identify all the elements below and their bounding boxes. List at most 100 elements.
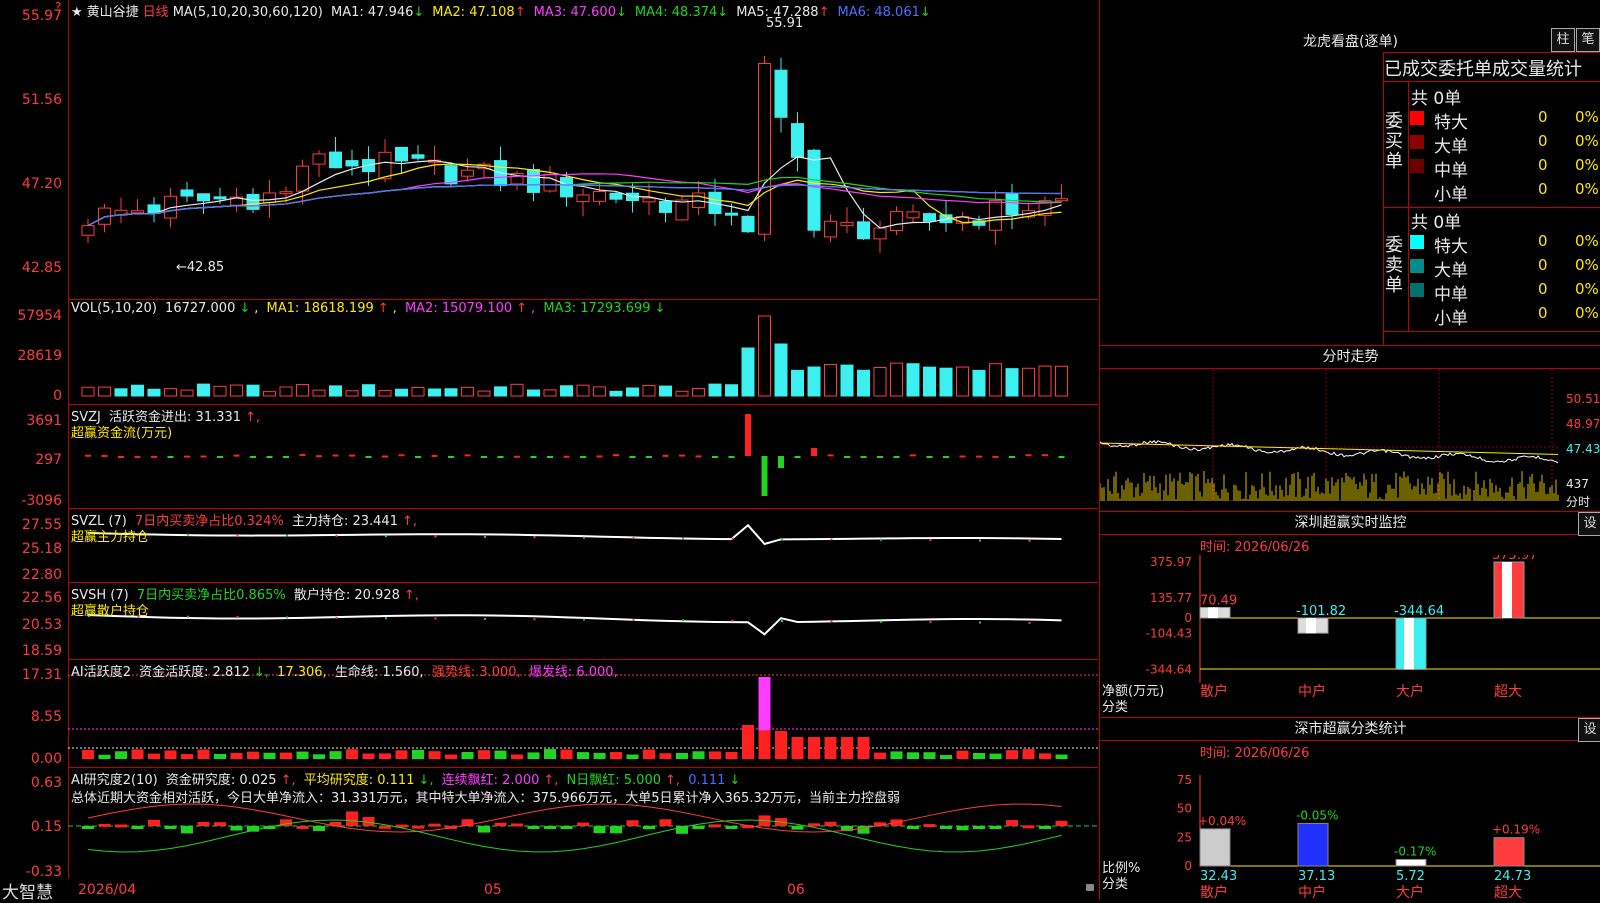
volume-bar xyxy=(972,369,986,397)
monitor-y-label: 135.77 xyxy=(1150,591,1192,605)
ai2-yaxis: 0.63 0.15 -0.33 xyxy=(0,768,69,880)
ai2-e: 0.111 xyxy=(688,773,726,788)
holding-tick xyxy=(830,538,833,541)
candle-down xyxy=(395,146,408,162)
volume-bar xyxy=(461,386,474,397)
stats-y-label: 75 xyxy=(1177,773,1192,787)
candle-up xyxy=(296,165,309,192)
activity-bar xyxy=(824,737,837,759)
candle-up xyxy=(675,199,689,221)
flow-bar xyxy=(530,456,537,458)
candle-down xyxy=(345,160,359,167)
activity-bar xyxy=(494,750,507,759)
sell-divider xyxy=(1408,206,1409,331)
svsh-pane[interactable]: SVSH (7) 7日内买卖净占比0.865% 散户持仓: 20.928 ↑, 超… xyxy=(68,583,1098,660)
svsh-hold: 散户持仓: 20.928 xyxy=(293,588,400,603)
volume-bar xyxy=(411,386,425,397)
y-label: 297 xyxy=(35,452,62,468)
research-bar xyxy=(824,821,837,826)
holding-tick xyxy=(385,617,387,620)
activity-bar xyxy=(412,749,424,759)
ai2-c: 连续飘红: 2.000 xyxy=(441,773,540,788)
bar-mode-button[interactable]: 柱 xyxy=(1551,28,1575,52)
monitor-category: 中户 xyxy=(1298,683,1326,700)
lhb-tab[interactable]: 已成交委托单成交量统计 xyxy=(1384,55,1582,81)
arrow: ↓ xyxy=(413,5,425,20)
right-panel: 龙虎看盘(逐单) 柱 笔 已成交委托单成交量统计 委买单 共 0单 特大 0 0% 大… xyxy=(1099,0,1600,900)
lock-icon[interactable] xyxy=(1086,884,1094,891)
svzj-pane[interactable]: SVZJ 活跃资金进出: 31.331 ↑, 超赢资金流(万元) xyxy=(68,405,1098,509)
monitor-y-label: 0 xyxy=(1184,611,1192,625)
volume-bar xyxy=(296,384,309,397)
stats-category: 大户 xyxy=(1396,884,1424,900)
activity-bar xyxy=(676,752,688,759)
volume-bar xyxy=(395,388,408,397)
holding-tick xyxy=(286,616,288,619)
main-legend: ★ 黄山谷捷 日线 MA(5,10,20,30,60,120) MA1: 47.946… xyxy=(71,1,943,20)
svzl-yaxis: 27.55 25.18 22.80 xyxy=(0,509,69,583)
volume-bar xyxy=(362,384,375,397)
stats-bar xyxy=(1493,837,1525,867)
volume-bar xyxy=(329,385,342,397)
volume-bar xyxy=(824,364,837,397)
flow-bar xyxy=(200,455,207,458)
color-swatch xyxy=(1410,307,1424,321)
main-yaxis: 55.97 51.56 47.20 42.85 xyxy=(0,0,69,300)
activity-bar xyxy=(808,737,820,759)
research-bar xyxy=(197,821,210,826)
activity-bar xyxy=(247,751,259,759)
volume-bar xyxy=(543,389,557,397)
arrow: ↑ xyxy=(516,301,528,316)
lhb-row: 小单 0 0% xyxy=(1410,304,1600,329)
flow-bar xyxy=(497,456,504,458)
research-bar xyxy=(989,826,1002,829)
monitor-time: 时间: 2026/06/26 xyxy=(1200,540,1310,555)
flow-bar xyxy=(299,454,306,457)
monitor-chart-area: 375.97 135.77 0 -104.43 -344.64 70.49 散户 -101.8… xyxy=(1100,555,1600,715)
activity-bar xyxy=(1022,749,1035,759)
activity-bar xyxy=(643,749,655,759)
volume-bar xyxy=(807,366,821,397)
buy-divider xyxy=(1408,82,1409,207)
vol-yaxis: 57954 28619 0 xyxy=(0,300,69,405)
y-label: 3691 xyxy=(26,413,62,429)
ai-activity-pane[interactable]: AI活跃度2 资金活跃度: 2.812 ↓, 17.306, 生命线: 1.560… xyxy=(68,660,1098,768)
holding-tick xyxy=(583,536,585,539)
flow-bar xyxy=(349,454,355,457)
y-label: 27.55 xyxy=(21,517,62,533)
volume-bar xyxy=(609,390,623,397)
svzl-pane[interactable]: SVZL (7) 7日内买卖净占比0.324% 主力持仓: 23.441 ↑, 超… xyxy=(68,509,1098,583)
tick-mode-button[interactable]: 笔 xyxy=(1576,28,1600,52)
lhb-row-label: 特大 xyxy=(1434,237,1468,257)
arrow: ↑, xyxy=(543,773,559,788)
arrow: ↑, xyxy=(665,773,681,788)
monitor-axis-name: 分类 xyxy=(1102,700,1129,715)
fenshi-chart-area[interactable]: 50.51 48.97 47.43 437 分时 xyxy=(1100,369,1600,509)
fenshi-chart xyxy=(1100,369,1560,501)
volume-bar xyxy=(213,385,227,397)
volume-pane[interactable]: VOL(5,10,20) 16727.000 ↓, MA1: 18618.199 ↑… xyxy=(68,300,1098,405)
stats-settings-button[interactable]: 设 xyxy=(1578,718,1600,742)
ai-research-pane[interactable]: AI研究度2(10) 资金研究度: 0.025 ↑, 平均研究度: 0.111 ↓,… xyxy=(68,768,1098,880)
y-label: 42.85 xyxy=(21,260,62,276)
ai1-yaxis: 17.31 8.55 0.00 xyxy=(0,660,69,768)
candle-down xyxy=(807,149,821,231)
flow-bar xyxy=(926,456,933,458)
flow-bar xyxy=(283,456,289,458)
period-label: 日线 xyxy=(142,5,169,20)
volume-bar xyxy=(164,388,177,397)
kline-pane[interactable]: ★ 黄山谷捷 日线 MA(5,10,20,30,60,120) MA1: 47.946… xyxy=(68,0,1098,300)
arrow: ↓, xyxy=(418,773,434,788)
activity-bar xyxy=(1039,753,1051,759)
monitor-settings-button[interactable]: 设 xyxy=(1578,512,1600,536)
flow-bar xyxy=(877,456,883,458)
ai1-d: 强势线: 3.000, xyxy=(431,665,521,680)
candle-up xyxy=(873,227,887,240)
stats-title: 深市超赢分类统计 xyxy=(1294,721,1407,737)
research-bar xyxy=(527,826,540,829)
research-bar xyxy=(940,826,952,829)
flow-bar xyxy=(613,454,619,457)
flow-bar xyxy=(893,456,900,458)
research-bar xyxy=(412,825,424,829)
x-label-month: 06 xyxy=(787,882,805,898)
